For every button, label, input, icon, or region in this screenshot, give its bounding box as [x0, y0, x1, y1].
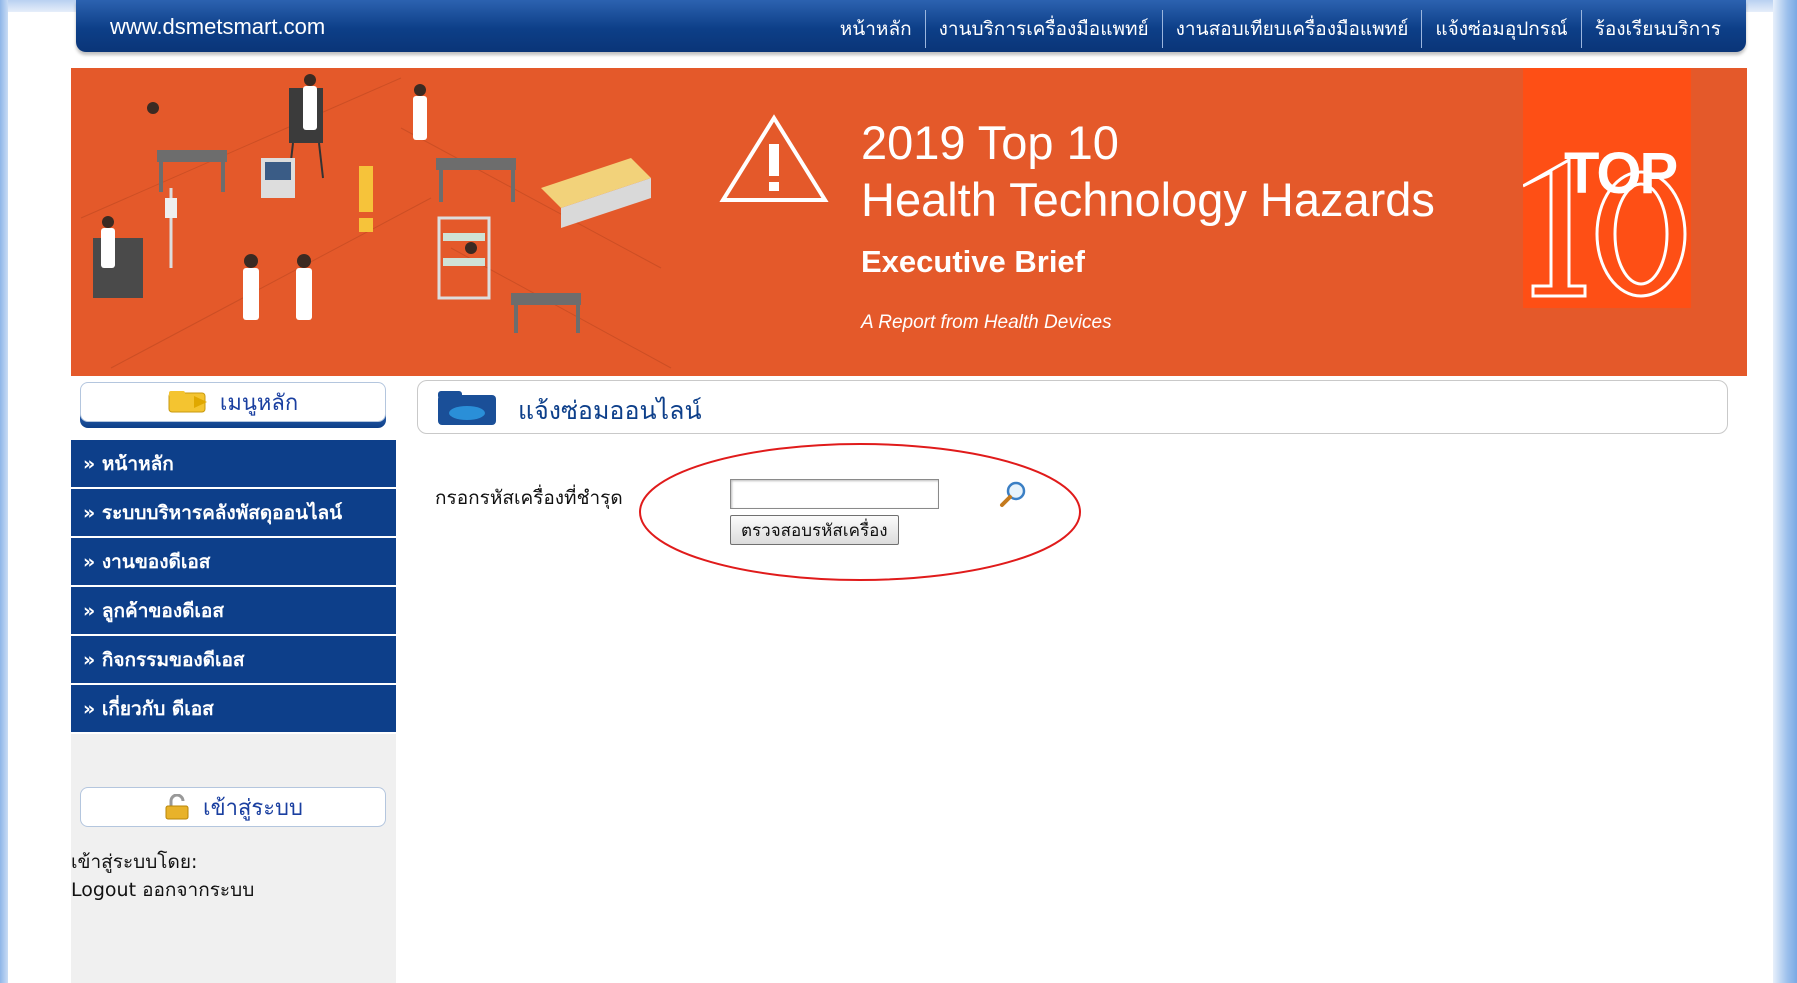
banner-title-line1: 2019 Top 10: [861, 116, 1119, 169]
padlock-icon: [165, 794, 189, 820]
banner-title-line2: Health Technology Hazards: [861, 173, 1435, 226]
main-menu-header: เมนูหลัก: [80, 382, 386, 432]
top-nav: หน้าหลัก งานบริการเครื่องมือแพทย์ งานสอบ…: [827, 10, 1734, 48]
machine-code-label: กรอกรหัสเครื่องที่ชำรุด: [435, 487, 623, 509]
logout-link[interactable]: Logout ออกจากระบบ: [71, 876, 254, 904]
sidebar-item-about-ds[interactable]: » เกี่ยวกับ ดีเอส: [71, 685, 396, 734]
page-title: แจ้งซ่อมออนไลน์: [518, 396, 702, 425]
sidebar-item-ds-customers[interactable]: » ลูกค้าของดีเอส: [71, 587, 396, 636]
nav-complaint[interactable]: ร้องเรียนบริการ: [1580, 10, 1734, 48]
hospital-illustration: [80, 74, 672, 369]
right-border: [1773, 0, 1797, 983]
top10-badge: TOP: [1523, 68, 1691, 308]
banner-report-note: A Report from Health Devices: [861, 312, 1112, 333]
left-border: [0, 0, 8, 983]
banner-title: 2019 Top 10 Health Technology Hazards: [861, 114, 1435, 228]
sidebar-item-ds-activities[interactable]: » กิจกรรมของดีเอส: [71, 636, 396, 685]
top-navbar: www.dsmetsmart.com หน้าหลัก งานบริการเคร…: [76, 0, 1746, 52]
login-pill: เข้าสู่ระบบ: [80, 787, 386, 827]
login-info: เข้าสู่ระบบโดย: Logout ออกจากระบบ: [71, 848, 254, 904]
login-title: เข้าสู่ระบบ: [203, 795, 303, 821]
hero-banner: 2019 Top 10 Health Technology Hazards Ex…: [71, 68, 1747, 376]
sidebar-item-home[interactable]: » หน้าหลัก: [71, 440, 396, 489]
banner-subtitle: Executive Brief: [861, 244, 1085, 279]
content-header: แจ้งซ่อมออนไลน์: [417, 380, 1728, 434]
warning-triangle-icon: [719, 114, 829, 202]
sidebar-item-ds-works[interactable]: » งานของดีเอส: [71, 538, 396, 587]
folder-icon: [168, 391, 207, 413]
login-header: เข้าสู่ระบบ: [80, 787, 386, 837]
nav-calibration[interactable]: งานสอบเทียบเครื่องมือแพทย์: [1161, 10, 1422, 48]
main-menu-pill: เมนูหลัก: [80, 382, 386, 422]
highlight-ellipse: [639, 443, 1081, 581]
folder-icon: [438, 391, 496, 425]
nav-home[interactable]: หน้าหลัก: [827, 10, 925, 48]
nav-repair-request[interactable]: แจ้งซ่อมอุปกรณ์: [1421, 10, 1580, 48]
sidebar-item-inventory[interactable]: » ระบบบริหารคลังพัสดุออนไลน์: [71, 489, 396, 538]
top10-badge-text: TOP: [1564, 141, 1678, 206]
login-by-label: เข้าสู่ระบบโดย:: [71, 851, 198, 873]
site-url: www.dsmetsmart.com: [110, 14, 326, 39]
nav-medical-service[interactable]: งานบริการเครื่องมือแพทย์: [924, 10, 1162, 48]
main-menu-title: เมนูหลัก: [219, 390, 299, 416]
